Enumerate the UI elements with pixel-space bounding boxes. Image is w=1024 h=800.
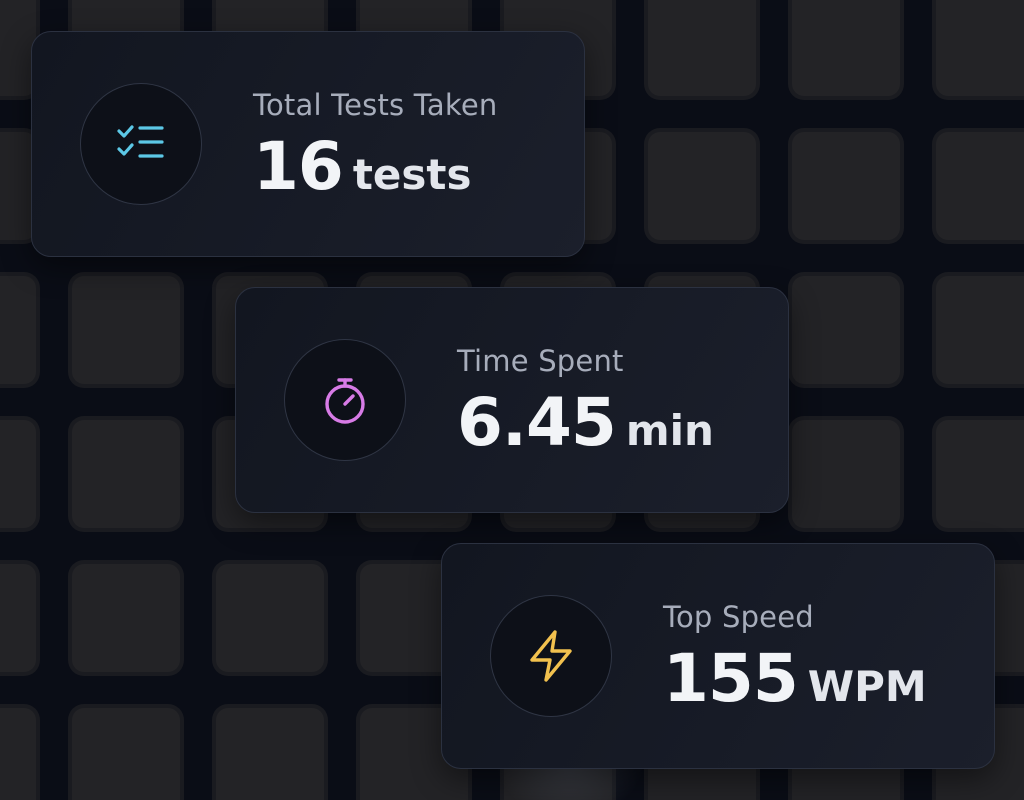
background-tile	[792, 0, 900, 96]
lightning-icon	[530, 630, 572, 682]
lightning-icon-badge	[490, 595, 612, 717]
background-tile	[72, 564, 180, 672]
background-tile	[648, 0, 756, 96]
stat-value-unit: tests	[352, 150, 472, 199]
checklist-icon-badge	[80, 83, 202, 205]
stat-value-number: 16	[253, 128, 344, 205]
background-tile	[936, 276, 1024, 384]
stat-label: Total Tests Taken	[253, 88, 498, 122]
background-tile	[0, 420, 36, 528]
background-tile	[792, 276, 900, 384]
stopwatch-icon-badge	[284, 339, 406, 461]
background-tile	[0, 276, 36, 384]
stat-label: Time Spent	[457, 344, 624, 378]
background-tile	[216, 708, 324, 800]
stat-value: 16 tests	[253, 128, 472, 205]
stat-value-unit: min	[625, 406, 714, 455]
background-tile	[936, 132, 1024, 240]
stat-value-number: 6.45	[457, 384, 617, 461]
checklist-icon	[117, 125, 164, 158]
background-tile	[72, 420, 180, 528]
stats-screen: Total Tests Taken 16 tests Time Spent 6.4…	[0, 0, 1024, 800]
background-tile	[0, 564, 36, 672]
stat-card-time-spent: Time Spent 6.45 min	[235, 287, 789, 513]
stat-card-top-speed: Top Speed 155 WPM	[441, 543, 995, 769]
background-tile	[648, 132, 756, 240]
stat-label: Top Speed	[663, 600, 814, 634]
stat-value: 6.45 min	[457, 384, 714, 461]
background-tile	[792, 420, 900, 528]
background-tile	[936, 0, 1024, 96]
background-tile	[216, 564, 324, 672]
stat-value-number: 155	[663, 640, 799, 717]
background-tile	[936, 420, 1024, 528]
background-tile	[0, 708, 36, 800]
background-tile	[792, 132, 900, 240]
stat-card-total-tests: Total Tests Taken 16 tests	[31, 31, 585, 257]
stat-value: 155 WPM	[663, 640, 927, 717]
stopwatch-icon	[325, 378, 365, 424]
stat-value-unit: WPM	[807, 662, 927, 711]
background-tile	[72, 276, 180, 384]
background-tile	[72, 708, 180, 800]
